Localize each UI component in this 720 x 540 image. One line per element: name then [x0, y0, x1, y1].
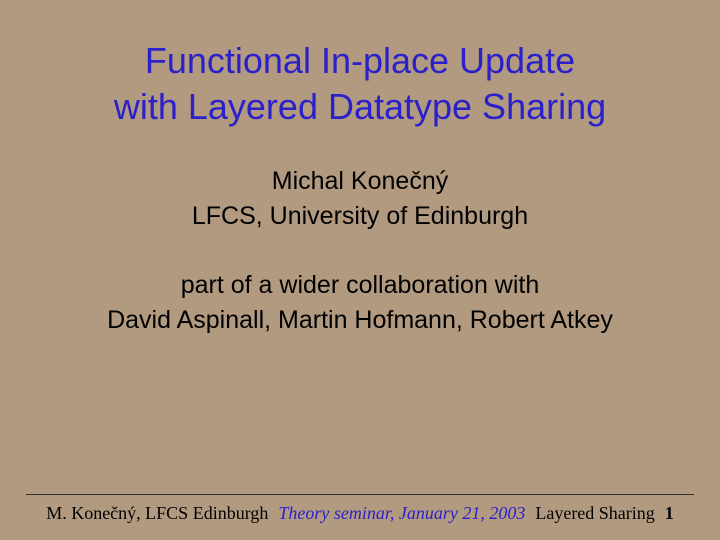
page-number: 1: [665, 503, 674, 523]
collab-intro: part of a wider collaboration with: [40, 268, 680, 303]
footer-topic: Layered Sharing: [535, 503, 654, 523]
author-block: Michal Konečný LFCS, University of Edinb…: [40, 164, 680, 234]
title-line-1: Functional In-place Update: [145, 40, 575, 81]
collaboration-block: part of a wider collaboration with David…: [40, 268, 680, 338]
footer-line: M. Konečný, LFCS Edinburgh Theory seminar…: [26, 503, 694, 524]
collab-names: David Aspinall, Martin Hofmann, Robert A…: [40, 303, 680, 338]
title-line-2: with Layered Datatype Sharing: [114, 86, 606, 127]
slide: Functional In-place Update with Layered …: [0, 0, 720, 540]
author-affiliation: LFCS, University of Edinburgh: [40, 199, 680, 234]
footer: M. Konečný, LFCS Edinburgh Theory seminar…: [0, 494, 720, 524]
footer-event: Theory seminar, January 21, 2003: [278, 503, 525, 523]
footer-rule: [26, 494, 694, 495]
author-name: Michal Konečný: [40, 164, 680, 199]
footer-author: M. Konečný, LFCS Edinburgh: [46, 503, 268, 523]
slide-title: Functional In-place Update with Layered …: [40, 38, 680, 130]
